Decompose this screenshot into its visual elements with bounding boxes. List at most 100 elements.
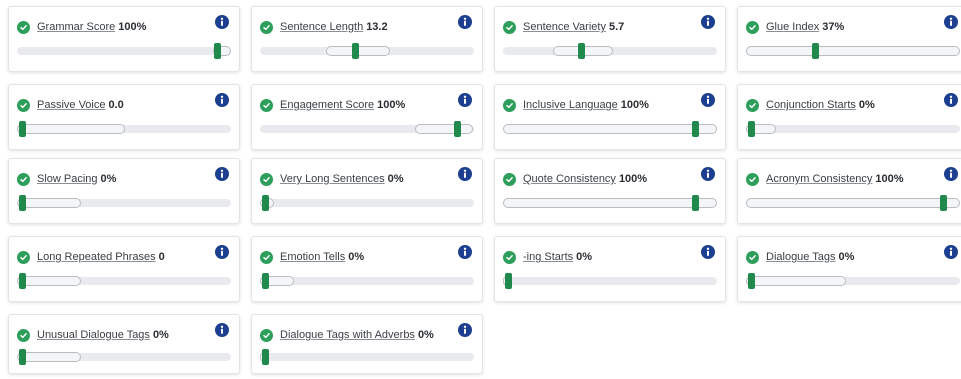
metric-slider-thumb xyxy=(262,273,269,289)
metric-title: Glue Index 37% xyxy=(766,20,844,34)
metric-card-long-repeated-phrases: Long Repeated Phrases 0 xyxy=(8,236,240,302)
metric-link[interactable]: Engagement Score xyxy=(280,99,374,111)
metric-slider-track xyxy=(503,273,717,289)
target-range-band xyxy=(17,276,81,286)
check-circle-icon xyxy=(503,251,516,264)
metric-value: 100% xyxy=(377,99,406,111)
target-range-band xyxy=(17,198,81,208)
info-icon[interactable] xyxy=(701,93,715,107)
check-circle-icon xyxy=(503,21,516,34)
metric-slider-thumb xyxy=(454,121,461,137)
info-icon[interactable] xyxy=(458,245,472,259)
metric-slider-thumb xyxy=(19,195,26,211)
metric-link[interactable]: Passive Voice xyxy=(37,99,105,111)
metric-value: 13.2 xyxy=(366,21,388,33)
metric-title: Unusual Dialogue Tags 0% xyxy=(37,328,169,342)
info-icon[interactable] xyxy=(701,167,715,181)
metric-card-inclusive-language: Inclusive Language 100% xyxy=(494,84,726,150)
info-icon[interactable] xyxy=(215,323,229,337)
metrics-grid: Grammar Score 100% Sentence Length 13.2 Sent… xyxy=(0,0,961,379)
metric-value: 0.0 xyxy=(108,99,124,111)
info-icon[interactable] xyxy=(944,167,958,181)
metric-value: 100% xyxy=(618,173,648,185)
metric-link[interactable]: Slow Pacing xyxy=(37,173,98,185)
metric-card-glue-index: Glue Index 37% xyxy=(737,6,961,72)
metric-card-very-long-sentences: Very Long Sentences 0% xyxy=(251,158,483,224)
metric-value: 0% xyxy=(838,251,855,263)
metric-link[interactable]: Quote Consistency xyxy=(523,173,616,185)
metric-link[interactable]: Unusual Dialogue Tags xyxy=(37,329,150,341)
info-icon[interactable] xyxy=(701,245,715,259)
metric-link[interactable]: -ing Starts xyxy=(523,251,573,263)
info-icon[interactable] xyxy=(944,15,958,29)
metric-slider-thumb xyxy=(578,43,585,59)
info-icon[interactable] xyxy=(458,323,472,337)
check-circle-icon xyxy=(503,173,516,186)
metric-value: 0% xyxy=(152,329,169,341)
metric-slider-track xyxy=(746,195,960,211)
metric-link[interactable]: Acronym Consistency xyxy=(766,173,872,185)
metric-link[interactable]: Conjunction Starts xyxy=(766,99,856,111)
metric-value: 37% xyxy=(822,21,845,33)
metric-slider-track xyxy=(260,121,474,137)
metric-slider-track xyxy=(746,121,960,137)
check-circle-icon xyxy=(17,251,30,264)
metric-slider-thumb xyxy=(505,273,512,289)
metric-slider-thumb xyxy=(748,273,755,289)
check-circle-icon xyxy=(17,173,30,186)
metric-title: Emotion Tells 0% xyxy=(280,250,364,264)
metric-link[interactable]: Dialogue Tags xyxy=(766,251,836,263)
metric-title: Sentence Variety 5.7 xyxy=(523,20,624,34)
metric-value: 0 xyxy=(158,251,165,263)
info-icon[interactable] xyxy=(215,93,229,107)
info-icon[interactable] xyxy=(215,167,229,181)
metric-title: Dialogue Tags 0% xyxy=(766,250,854,264)
info-icon[interactable] xyxy=(215,15,229,29)
check-circle-icon xyxy=(260,329,273,342)
metric-title: Inclusive Language 100% xyxy=(523,98,649,112)
metric-slider-track xyxy=(260,195,474,211)
metric-slider-track xyxy=(17,273,231,289)
metric-link[interactable]: Glue Index xyxy=(766,21,819,33)
metric-slider-thumb xyxy=(692,195,699,211)
metric-link[interactable]: Inclusive Language xyxy=(523,99,618,111)
metric-link[interactable]: Very Long Sentences xyxy=(280,173,385,185)
info-icon[interactable] xyxy=(458,167,472,181)
metric-card-unusual-dialogue-tags: Unusual Dialogue Tags 0% xyxy=(8,314,240,374)
metric-link[interactable]: Long Repeated Phrases xyxy=(37,251,156,263)
metric-value: 0% xyxy=(576,251,593,263)
check-circle-icon xyxy=(503,99,516,112)
target-range-band xyxy=(746,276,846,286)
metric-title: Conjunction Starts 0% xyxy=(766,98,875,112)
check-circle-icon xyxy=(17,329,30,342)
check-circle-icon xyxy=(746,99,759,112)
info-icon[interactable] xyxy=(701,15,715,29)
metric-slider-thumb xyxy=(19,349,26,365)
metric-link[interactable]: Dialogue Tags with Adverbs xyxy=(280,329,415,341)
info-icon[interactable] xyxy=(458,15,472,29)
target-range-band xyxy=(503,124,717,134)
metric-link[interactable]: Sentence Length xyxy=(280,21,363,33)
metric-slider-thumb xyxy=(262,349,269,365)
metric-value: 5.7 xyxy=(608,21,625,33)
metric-value: 100% xyxy=(118,21,147,33)
check-circle-icon xyxy=(17,21,30,34)
metric-title: -ing Starts 0% xyxy=(523,250,592,264)
metric-value: 0% xyxy=(100,173,117,185)
info-icon[interactable] xyxy=(215,245,229,259)
metric-card-sentence-variety: Sentence Variety 5.7 xyxy=(494,6,726,72)
target-range-band xyxy=(17,124,125,134)
info-icon[interactable] xyxy=(944,93,958,107)
metric-card-grammar-score: Grammar Score 100% xyxy=(8,6,240,72)
metric-title: Slow Pacing 0% xyxy=(37,172,116,186)
metric-slider-track xyxy=(746,273,960,289)
metric-link[interactable]: Sentence Variety xyxy=(523,21,606,33)
metric-link[interactable]: Grammar Score xyxy=(37,21,115,33)
metric-link[interactable]: Emotion Tells xyxy=(280,251,345,263)
metric-title: Passive Voice 0.0 xyxy=(37,98,124,112)
target-range-band xyxy=(17,352,81,362)
target-range-band xyxy=(746,46,960,56)
info-icon[interactable] xyxy=(458,93,472,107)
metric-title: Long Repeated Phrases 0 xyxy=(37,250,165,264)
info-icon[interactable] xyxy=(944,245,958,259)
